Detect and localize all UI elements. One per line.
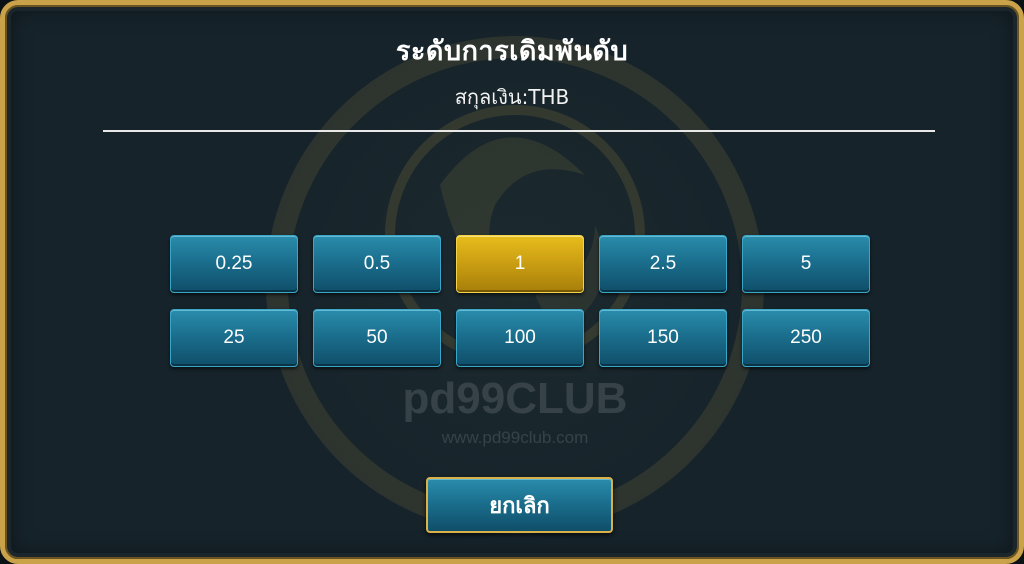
bet-level-button[interactable]: 5 — [742, 235, 870, 293]
cancel-button[interactable]: ยกเลิก — [426, 477, 613, 533]
watermark-url: www.pd99club.com — [441, 428, 588, 447]
bet-level-button[interactable]: 2.5 — [599, 235, 727, 293]
bet-level-button[interactable]: 0.5 — [313, 235, 441, 293]
bet-level-button[interactable]: 250 — [742, 309, 870, 367]
bet-level-grid: 0.25 0.5 1 2.5 5 25 50 100 150 250 — [170, 235, 870, 367]
bet-level-button[interactable]: 150 — [599, 309, 727, 367]
dialog-title: ระดับการเดิมพันดับ — [395, 36, 629, 67]
watermark-brand: pd99CLUB — [403, 374, 628, 423]
bet-level-button[interactable]: 25 — [170, 309, 298, 367]
bet-level-button[interactable]: 0.25 — [170, 235, 298, 293]
title-divider — [103, 130, 935, 132]
bet-level-button-selected[interactable]: 1 — [456, 235, 584, 293]
currency-label: สกุลเงิน:THB — [454, 85, 570, 109]
bet-level-button[interactable]: 50 — [313, 309, 441, 367]
bet-level-dialog: pd99CLUB www.pd99club.com ระดับการเดิมพั… — [0, 0, 1024, 564]
bet-level-button[interactable]: 100 — [456, 309, 584, 367]
